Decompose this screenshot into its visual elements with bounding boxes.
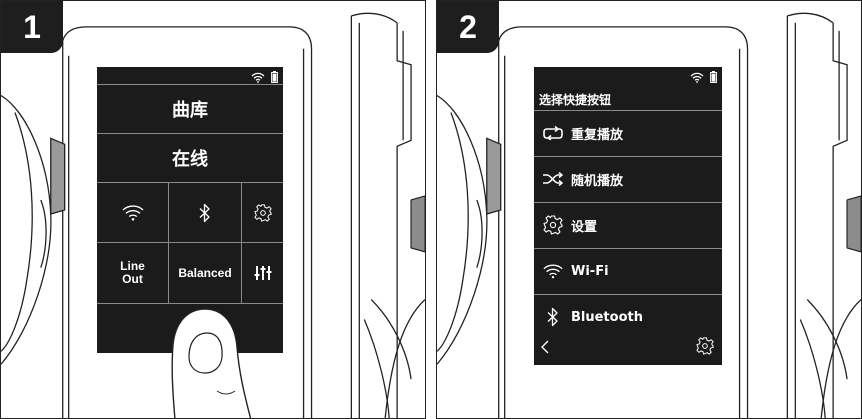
bluetooth-button[interactable] (169, 183, 241, 242)
step-1-panel: 1 曲库 在线 Line Out Balanced (0, 0, 426, 419)
equalizer-icon (254, 266, 271, 280)
menu-item-label: 设置 (571, 219, 598, 235)
menu-item-shuffle[interactable]: 随机播放 (534, 157, 722, 201)
shuffle-icon (540, 168, 566, 190)
balanced-label: Balanced (178, 265, 232, 280)
repeat-icon (540, 122, 566, 144)
battery-icon (271, 71, 278, 83)
menu-item-label: Wi-Fi (571, 263, 609, 279)
back-arrow-icon[interactable] (540, 340, 550, 359)
step-number-badge: 1 (1, 1, 63, 53)
wifi-icon (251, 72, 265, 83)
menu-item-repeat[interactable]: 重复播放 (534, 111, 722, 155)
wifi-icon (122, 205, 143, 221)
bluetooth-icon (540, 306, 566, 328)
status-bar (251, 71, 278, 83)
balanced-button[interactable]: Balanced (169, 243, 241, 303)
settings-button[interactable] (242, 183, 283, 242)
line-out-button[interactable]: Line Out (97, 243, 168, 303)
battery-icon (710, 71, 717, 83)
bluetooth-icon (199, 203, 210, 222)
settings-gear-icon (253, 203, 272, 222)
settings-gear-icon (540, 214, 566, 236)
wifi-icon (690, 72, 704, 83)
menu-item-label: 重复播放 (571, 127, 624, 143)
pointing-finger-illustration (171, 308, 252, 418)
wifi-button[interactable] (97, 183, 168, 242)
menu-item-wifi[interactable]: Wi-Fi (534, 249, 722, 293)
menu-item-label: 随机播放 (571, 173, 624, 189)
settings-gear-icon[interactable] (696, 337, 714, 360)
step-2-panel: 2 选择快捷按钮 重复播放 随机播放 设置 Wi-Fi Bluetooth (436, 0, 862, 419)
menu-item-label: Bluetooth (571, 309, 643, 325)
status-bar (690, 71, 717, 83)
equalizer-button[interactable] (242, 243, 283, 303)
wifi-icon (540, 260, 566, 282)
library-tile[interactable]: 曲库 (97, 85, 283, 133)
step-number-badge: 2 (437, 1, 499, 53)
menu-item-settings[interactable]: 设置 (534, 203, 722, 247)
quick-button-select-screen: 选择快捷按钮 重复播放 随机播放 设置 Wi-Fi Bluetooth (534, 67, 722, 365)
online-tile[interactable]: 在线 (97, 134, 283, 182)
menu-item-bluetooth[interactable]: Bluetooth (534, 295, 722, 339)
line-out-label: Line Out (120, 259, 145, 286)
screen-title: 选择快捷按钮 (539, 93, 612, 107)
